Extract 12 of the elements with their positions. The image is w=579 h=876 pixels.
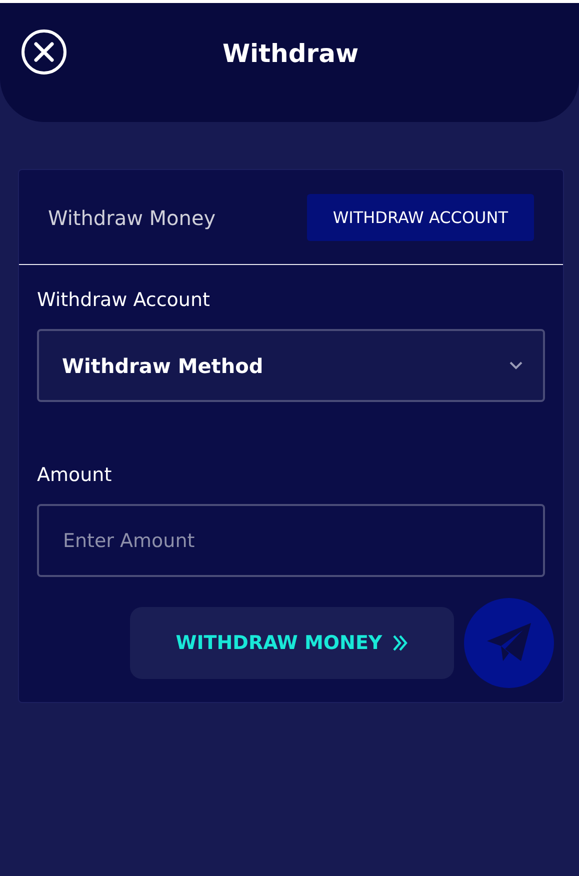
- withdraw-button[interactable]: WITHDRAW MONEY: [130, 607, 454, 679]
- field-label: Withdraw Account: [37, 289, 211, 311]
- close-icon[interactable]: [21, 29, 67, 75]
- dropdown-value: Withdraw Method: [62, 354, 264, 378]
- page-title: Withdraw: [221, 39, 359, 68]
- tab[interactable]: Withdraw Money: [48, 194, 216, 242]
- field-label: Amount: [37, 464, 113, 486]
- method-dropdown[interactable]: Withdraw Method: [37, 329, 545, 402]
- tab[interactable]: WITHDRAW ACCOUNT: [306, 194, 534, 241]
- amount-input[interactable]: Enter Amount: [37, 504, 545, 577]
- chevron-down-icon: [509, 361, 523, 370]
- double-chevron-icon: [392, 634, 408, 652]
